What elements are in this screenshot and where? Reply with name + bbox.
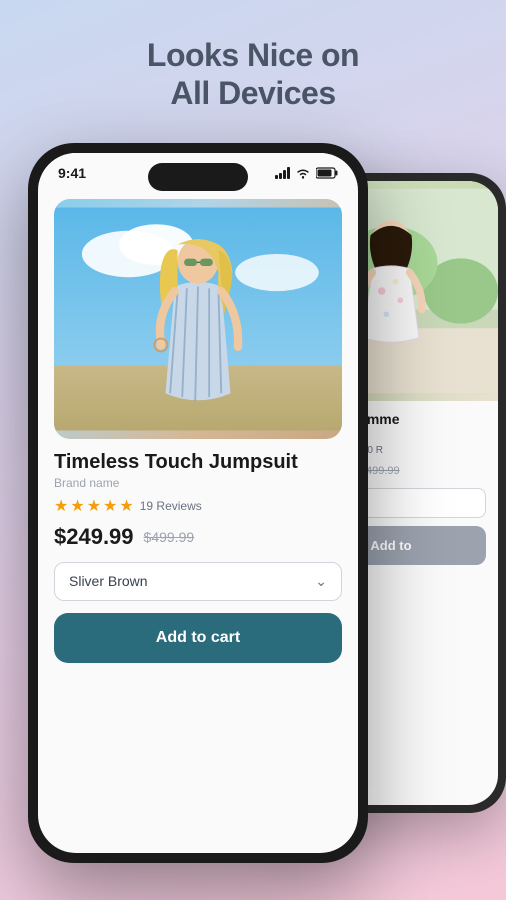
phone-main: 9:41 [28, 143, 368, 863]
status-time: 9:41 [58, 165, 86, 181]
dynamic-island [148, 163, 248, 191]
brand-name: Brand name [54, 476, 342, 490]
phone-main-inner: 9:41 [38, 153, 358, 853]
status-icons [275, 167, 338, 179]
rating-row: ★ ★ ★ ★ ★ 19 Reviews [54, 496, 342, 516]
star-1: ★ [54, 496, 68, 516]
add-to-cart-button[interactable]: Add to cart [54, 613, 342, 663]
reviews-count: 19 Reviews [140, 499, 202, 513]
price-current: $249.99 [54, 524, 134, 550]
star-3: ★ [87, 496, 101, 516]
product-image-svg [54, 199, 342, 439]
star-5: ★ [119, 496, 133, 516]
color-select-dropdown[interactable]: Sliver Brown ⌄ [54, 562, 342, 601]
color-select-value: Sliver Brown [69, 573, 148, 589]
chevron-down-icon: ⌄ [315, 573, 327, 590]
price-original: $499.99 [144, 529, 195, 545]
product-image [54, 199, 342, 439]
product-card: Timeless Touch Jumpsuit Brand name ★ ★ ★… [38, 187, 358, 679]
star-2: ★ [70, 496, 84, 516]
product-name: Timeless Touch Jumpsuit [54, 451, 342, 474]
product-stars: ★ ★ ★ ★ ★ [54, 496, 134, 516]
devices-container: Classic Summe Brand name ★ ★ ★ ★ ★ 20 R … [0, 133, 506, 893]
star-4: ★ [103, 496, 117, 516]
page-title: Looks Nice on All Devices [147, 36, 359, 113]
signal-icon [275, 167, 290, 179]
wifi-icon [295, 167, 311, 179]
battery-icon [316, 167, 338, 179]
price-row: $249.99 $499.99 [54, 524, 342, 550]
